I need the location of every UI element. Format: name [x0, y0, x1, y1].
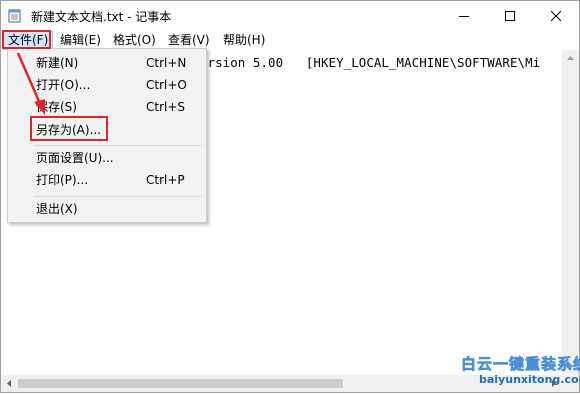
- watermark-url: baiyunxitong.com: [479, 373, 580, 386]
- notepad-window: 新建文本文档.txt - 记事本 文件(F) 编辑(E) 格式(O) 查看(V)…: [0, 0, 580, 393]
- annotation-arrow: [16, 52, 45, 115]
- watermark-text: 白云一键重装系统: [461, 355, 580, 374]
